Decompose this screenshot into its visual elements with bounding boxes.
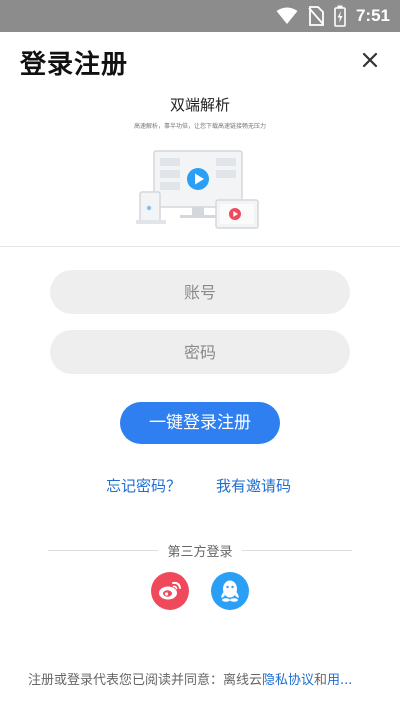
divider-right bbox=[242, 550, 352, 551]
agreement-conjunction: 和 bbox=[314, 673, 328, 688]
status-time: 7:51 bbox=[355, 6, 390, 25]
qq-icon bbox=[221, 580, 239, 602]
one-click-login-button[interactable]: 一键登录注册 bbox=[120, 402, 280, 444]
devices-play-illustration bbox=[136, 150, 259, 229]
weibo-icon bbox=[159, 581, 181, 600]
no-sim-icon bbox=[308, 6, 324, 26]
agreement-text: 注册或登录代表您已阅读并同意：离线云隐私协议和用... bbox=[28, 669, 388, 688]
wifi-icon bbox=[276, 7, 298, 24]
status-icons: 7:51 bbox=[276, 4, 390, 28]
promo-title: 双端解析 bbox=[169, 96, 230, 114]
promo-subtitle: 高速解析，事半功倍，让您下载高速链接畅无压力 bbox=[133, 123, 266, 130]
privacy-policy-link[interactable]: 隐私协议 bbox=[262, 673, 314, 688]
user-terms-link[interactable]: 用... bbox=[327, 673, 352, 688]
close-icon[interactable] bbox=[360, 50, 380, 70]
account-input[interactable] bbox=[50, 270, 350, 314]
section-divider bbox=[0, 246, 400, 247]
battery-charging-icon bbox=[334, 5, 346, 27]
qq-login-button[interactable] bbox=[211, 572, 249, 610]
page-title: 登录注册 bbox=[20, 50, 129, 80]
weibo-login-button[interactable] bbox=[151, 572, 189, 610]
agreement-prefix: 注册或登录代表您已阅读并同意：离线云 bbox=[28, 673, 263, 688]
forgot-password-link[interactable]: 忘记密码？ bbox=[106, 475, 181, 496]
password-input[interactable] bbox=[50, 330, 350, 374]
status-bar: 7:51 bbox=[0, 0, 400, 32]
invite-code-link[interactable]: 我有邀请码 bbox=[216, 475, 291, 496]
